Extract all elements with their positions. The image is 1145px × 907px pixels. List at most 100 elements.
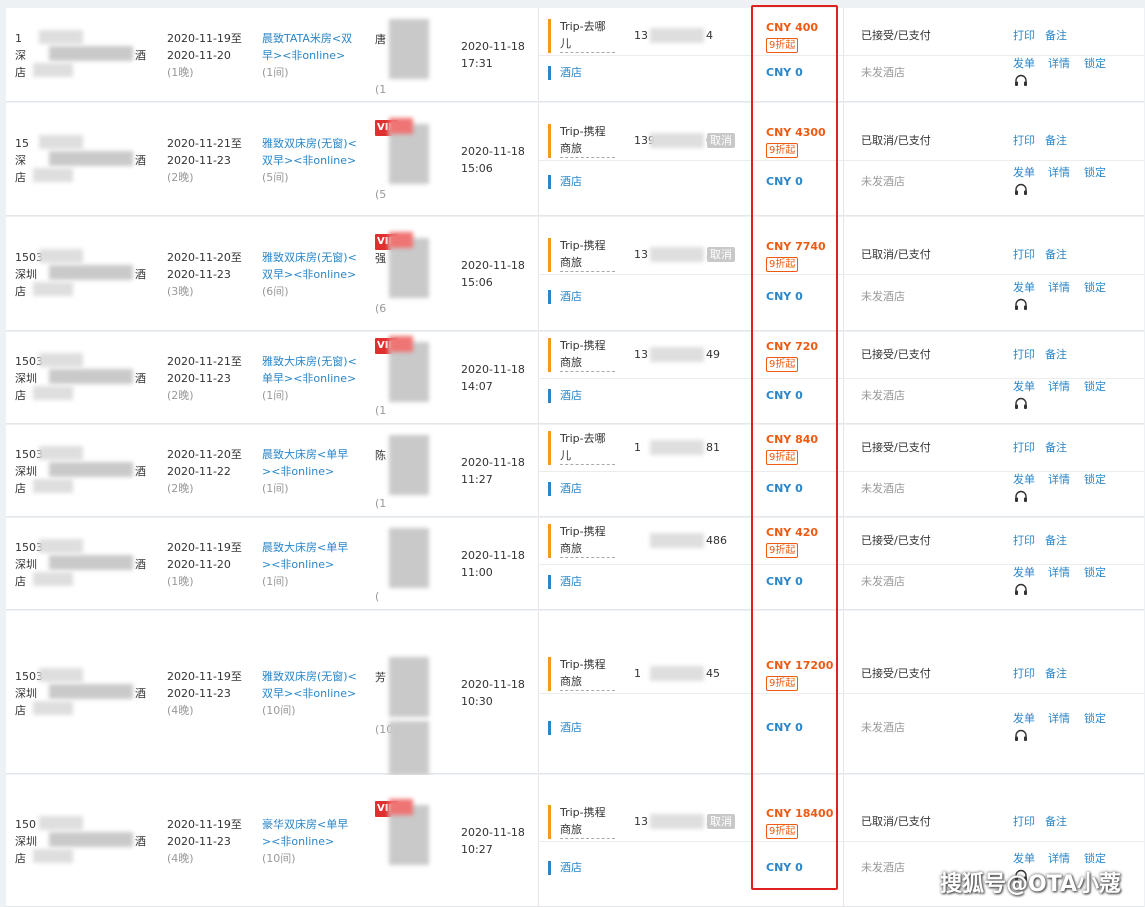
print-button[interactable]: 打印 [1013,346,1035,363]
detail-button[interactable]: 详情 [1048,564,1070,581]
room-info: 雅致双床房(无窗)< 双早><非online> (6间) [262,249,357,300]
lock-button[interactable]: 锁定 [1084,564,1106,581]
guest-count: (1 [375,404,387,417]
redacted-block [650,247,704,262]
print-button[interactable]: 打印 [1013,246,1035,263]
created-clock: 10:30 [461,695,493,708]
hotel-price-amount: CNY 0 [766,575,803,588]
room-type-link[interactable]: ><非online> [262,463,348,480]
room-type-link[interactable]: 雅致双床房(无窗)< [262,668,357,685]
hotel-type-link[interactable]: 酒店 [560,719,582,736]
send-order-button[interactable]: 发单 [1013,471,1035,488]
headset-icon[interactable] [1014,298,1028,311]
print-button[interactable]: 打印 [1013,132,1035,149]
hotel-name-last: 店 [15,482,26,495]
lock-button[interactable]: 锁定 [1084,378,1106,395]
lock-button[interactable]: 锁定 [1084,471,1106,488]
headset-icon[interactable] [1014,583,1028,596]
channel-line: Trip-携程 [560,239,606,252]
hotel-type-link[interactable]: 酒店 [560,859,582,876]
send-order-button[interactable]: 发单 [1013,55,1035,72]
hotel-city: 深圳 [15,835,37,848]
room-type-link[interactable]: 双早><非online> [262,685,357,702]
room-type-link[interactable]: 晨致TATA米房<双 [262,30,352,47]
guest-count: (1 [375,83,387,96]
remark-button[interactable]: 备注 [1045,346,1067,363]
detail-button[interactable]: 详情 [1048,471,1070,488]
hotel-send-status: 未发酒店 [861,66,905,79]
room-type-link[interactable]: ><非online> [262,833,348,850]
remark-button[interactable]: 备注 [1045,132,1067,149]
room-info: 雅致大床房(无窗)< 单早><非online> (1间) [262,353,357,404]
headset-icon[interactable] [1014,729,1028,742]
detail-button[interactable]: 详情 [1048,710,1070,727]
headset-icon[interactable] [1014,490,1028,503]
remark-button[interactable]: 备注 [1045,439,1067,456]
room-type-link[interactable]: 晨致大床房<单早 [262,539,348,556]
lock-button[interactable]: 锁定 [1084,55,1106,72]
nights-count: (4晚) [167,704,194,717]
created-clock: 14:07 [461,380,493,393]
detail-button[interactable]: 详情 [1048,279,1070,296]
send-order-button[interactable]: 发单 [1013,279,1035,296]
hotel-type-link[interactable]: 酒店 [560,573,582,590]
discount-tag: 9折起 [766,676,799,691]
print-button[interactable]: 打印 [1013,532,1035,549]
headset-icon[interactable] [1014,183,1028,196]
remark-button[interactable]: 备注 [1045,813,1067,830]
detail-button[interactable]: 详情 [1048,850,1070,867]
room-type-link[interactable]: 双早><非online> [262,266,357,283]
hotel-type-link[interactable]: 酒店 [560,288,582,305]
room-type-link[interactable]: 晨致大床房<单早 [262,446,348,463]
lock-button[interactable]: 锁定 [1084,710,1106,727]
nights-count: (2晚) [167,389,194,402]
created-clock: 17:31 [461,57,493,70]
hotel-send-status: 未发酒店 [861,389,905,402]
send-order-button[interactable]: 发单 [1013,710,1035,727]
headset-icon[interactable] [1014,397,1028,410]
remark-button[interactable]: 备注 [1045,532,1067,549]
send-order-button[interactable]: 发单 [1013,850,1035,867]
redacted-block [389,799,413,815]
room-type-link[interactable]: 雅致双床房(无窗)< [262,135,357,152]
redacted-block [33,168,73,182]
send-order-button[interactable]: 发单 [1013,164,1035,181]
hotel-type-link[interactable]: 酒店 [560,64,582,81]
nights-count: (4晚) [167,852,194,865]
hotel-type-link[interactable]: 酒店 [560,173,582,190]
row-split-divider [538,160,1144,161]
lock-button[interactable]: 锁定 [1084,279,1106,296]
lock-button[interactable]: 锁定 [1084,164,1106,181]
detail-button[interactable]: 详情 [1048,164,1070,181]
remark-button[interactable]: 备注 [1045,246,1067,263]
print-button[interactable]: 打印 [1013,439,1035,456]
remark-button[interactable]: 备注 [1045,27,1067,44]
headset-icon[interactable] [1014,74,1028,87]
room-type-link[interactable]: 豪华双床房<单早 [262,816,348,833]
detail-button[interactable]: 详情 [1048,378,1070,395]
phone-prefix: 13 [634,815,648,828]
hotel-type-link[interactable]: 酒店 [560,480,582,497]
hotel-marker [548,290,551,304]
room-type-link[interactable]: 雅致双床房(无窗)< [262,249,357,266]
room-type-link[interactable]: 双早><非online> [262,152,357,169]
print-button[interactable]: 打印 [1013,27,1035,44]
detail-button[interactable]: 详情 [1048,55,1070,72]
print-button[interactable]: 打印 [1013,665,1035,682]
room-type-link[interactable]: ><非online> [262,556,348,573]
checkout-date: 2020-11-22 [167,465,231,478]
room-type-link[interactable]: 雅致大床房(无窗)< [262,353,357,370]
phone-prefix: 13 [634,348,648,361]
redacted-block [389,435,429,495]
redacted-block [33,479,73,493]
send-order-button[interactable]: 发单 [1013,378,1035,395]
hotel-type-link[interactable]: 酒店 [560,387,582,404]
created-date: 2020-11-18 [461,678,525,691]
room-type-link[interactable]: 单早><非online> [262,370,357,387]
room-type-link[interactable]: 早><非online> [262,47,352,64]
print-button[interactable]: 打印 [1013,813,1035,830]
remark-button[interactable]: 备注 [1045,665,1067,682]
lock-button[interactable]: 锁定 [1084,850,1106,867]
send-order-button[interactable]: 发单 [1013,564,1035,581]
row-split-divider [538,274,1144,275]
